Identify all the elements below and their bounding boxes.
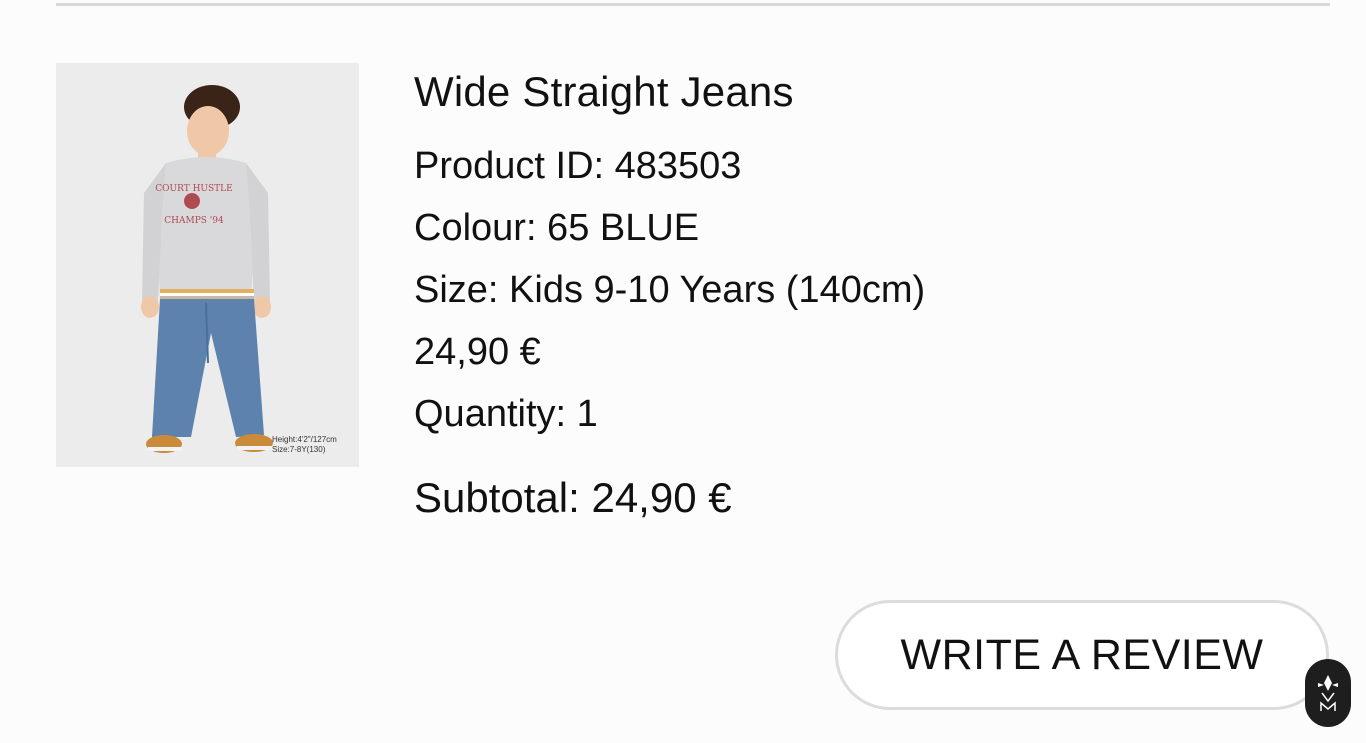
write-review-button[interactable]: WRITE A REVIEW: [835, 600, 1329, 710]
image-caption-size: Size:7-8Y(130): [272, 445, 326, 454]
product-price: 24,90 €: [414, 331, 541, 373]
top-divider: [56, 3, 1330, 6]
sweatshirt-text-bottom: CHAMPS '94: [164, 216, 224, 226]
order-item-page: COURT HUSTLE CHAMPS '94 Height:4'2"/127c…: [0, 0, 1366, 743]
image-caption-height: Height:4'2"/127cm: [272, 435, 337, 444]
product-image[interactable]: COURT HUSTLE CHAMPS '94 Height:4'2"/127c…: [56, 63, 359, 467]
product-size: Size: Kids 9-10 Years (140cm): [414, 269, 926, 311]
product-id: Product ID: 483503: [414, 145, 742, 187]
assistant-logo-icon: [1318, 675, 1338, 711]
product-colour: Colour: 65 BLUE: [414, 207, 700, 249]
assistant-badge[interactable]: [1305, 659, 1351, 727]
product-details: Wide Straight Jeans Product ID: 483503 C…: [414, 68, 925, 522]
product-name[interactable]: Wide Straight Jeans: [414, 68, 925, 116]
subtotal: Subtotal: 24,90 €: [414, 474, 732, 521]
product-quantity: Quantity: 1: [414, 393, 598, 435]
product-photo-illustration: COURT HUSTLE CHAMPS '94: [56, 63, 359, 467]
image-caption: Height:4'2"/127cm Size:7-8Y(130): [272, 435, 337, 455]
sweatshirt-text-top: COURT HUSTLE: [155, 184, 232, 194]
